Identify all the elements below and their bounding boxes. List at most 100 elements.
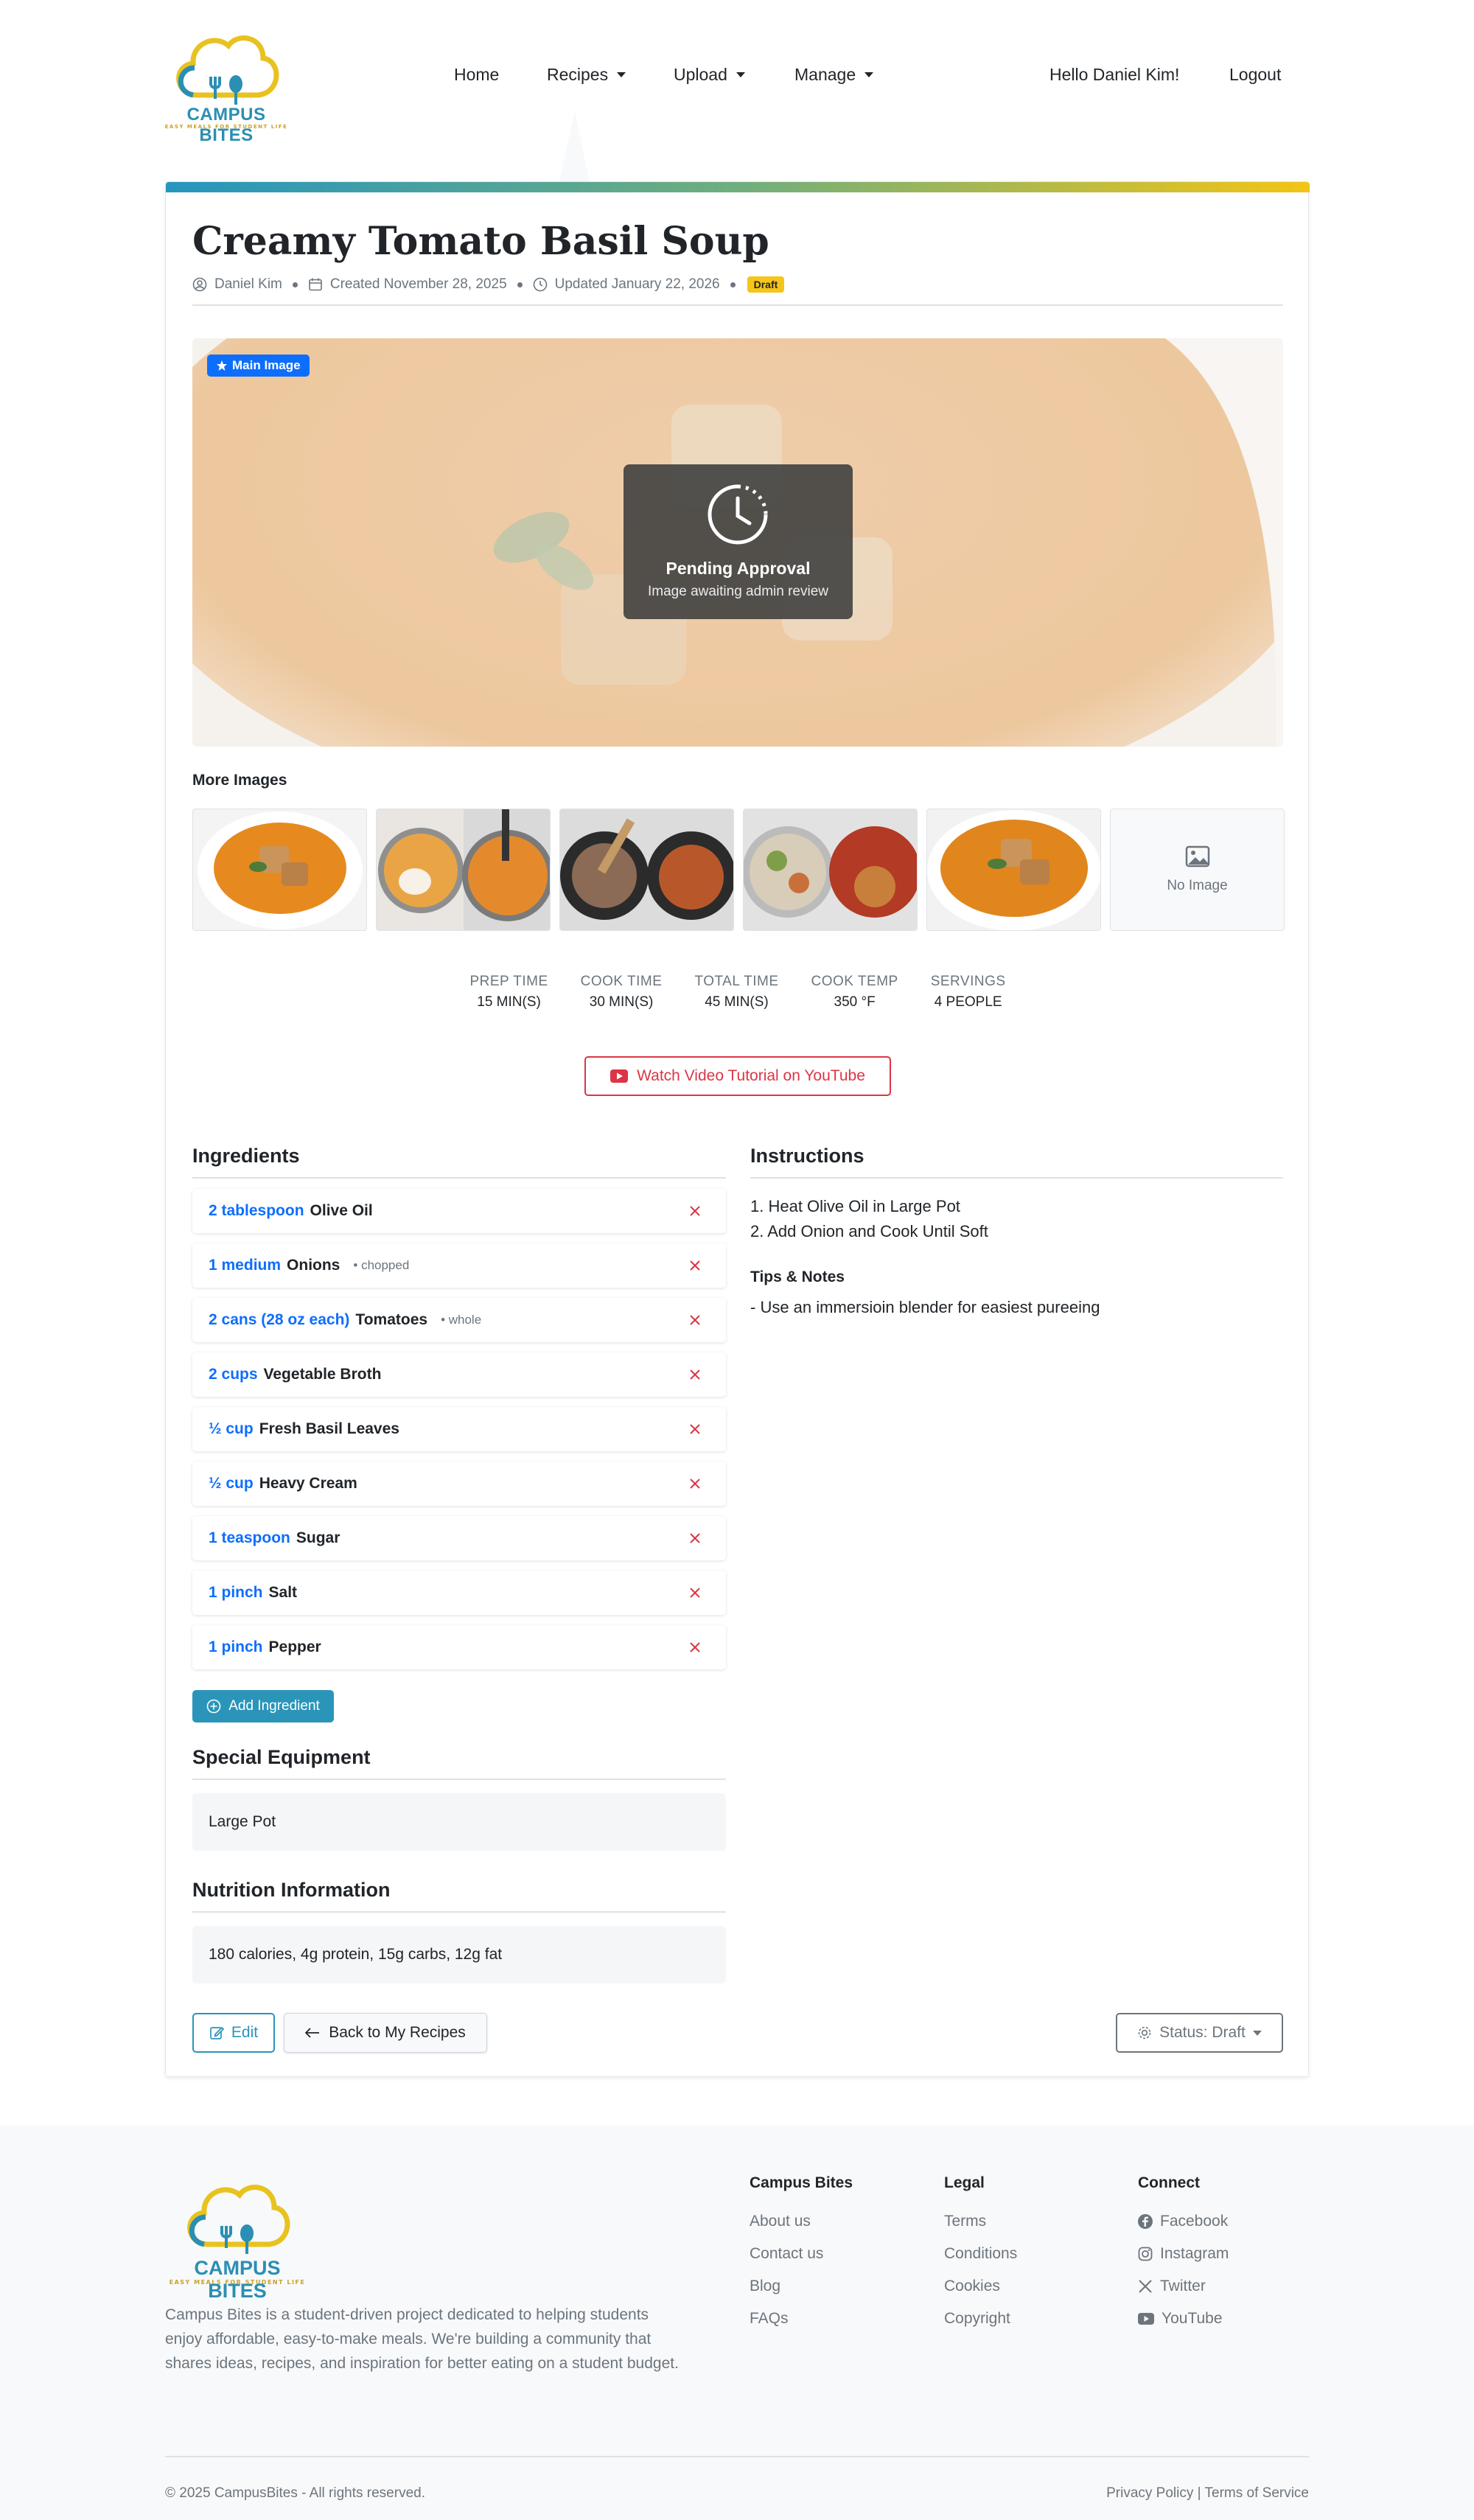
- stat-label: SERVINGS: [930, 974, 1006, 989]
- ingredients-heading: Ingredients: [192, 1145, 300, 1167]
- ingredient-item: 1 teaspoon Sugar: [192, 1516, 726, 1560]
- footer-link-instagram[interactable]: Instagram: [1138, 2238, 1229, 2270]
- image-placeholder-icon: [1185, 845, 1209, 868]
- footer-description: Campus Bites is a student-driven project…: [165, 2306, 679, 2372]
- navbar: CAMPUS BITES EASY MEALS FOR STUDENT LIFE…: [0, 0, 1474, 170]
- thumbnail-image[interactable]: [376, 809, 551, 931]
- stat-value: 350 °F: [834, 994, 876, 1010]
- youtube-icon: [1138, 2313, 1154, 2325]
- footer-link-about[interactable]: About us: [750, 2205, 853, 2238]
- ingredient-name: Heavy Cream: [259, 1475, 357, 1492]
- footer-logo[interactable]: CAMPUS BITES EASY MEALS FOR STUDENT LIFE: [164, 2174, 311, 2302]
- chevron-down-icon: [1252, 2030, 1262, 2036]
- remove-ingredient-icon[interactable]: [686, 1638, 704, 1656]
- thumbnail-empty-slot[interactable]: No Image: [1110, 809, 1285, 931]
- footer-link-contact[interactable]: Contact us: [750, 2238, 853, 2270]
- ingredients-list: 2 tablespoon Olive Oil 1 medium Onions chop…: [192, 1189, 726, 1680]
- privacy-policy-link[interactable]: Privacy Policy: [1106, 2485, 1193, 2501]
- remove-ingredient-icon[interactable]: [686, 1584, 704, 1602]
- stat-servings: SERVINGS 4 PEOPLE: [931, 974, 1006, 1011]
- edit-button[interactable]: Edit: [192, 2013, 275, 2053]
- footer-column-connect: Connect Facebook Instagram Twitter YouTu…: [1138, 2174, 1229, 2335]
- ingredient-name: Olive Oil: [310, 1202, 373, 1219]
- user-circle-icon: [192, 277, 207, 292]
- ingredient-quantity: 1 pinch: [209, 1638, 263, 1655]
- brand-logo[interactable]: CAMPUS BITES EASY MEALS FOR STUDENT LIFE: [164, 25, 289, 145]
- thumbnail-image[interactable]: [192, 809, 367, 931]
- footer-link-twitter[interactable]: Twitter: [1138, 2270, 1229, 2303]
- back-to-my-recipes-button[interactable]: Back to My Recipes: [284, 2013, 487, 2053]
- remove-ingredient-icon[interactable]: [686, 1475, 704, 1493]
- ingredient-quantity: 1 medium: [209, 1257, 282, 1274]
- footer-link-faqs[interactable]: FAQs: [750, 2303, 853, 2335]
- recipe-card: Creamy Tomato Basil Soup Daniel Kim Crea…: [165, 181, 1310, 2077]
- instruction-step: 2. Add Onion and Cook Until Soft: [750, 1222, 988, 1240]
- footer-link-facebook[interactable]: Facebook: [1138, 2205, 1229, 2238]
- remove-ingredient-icon[interactable]: [686, 1366, 704, 1383]
- footer-column-legal: Legal Terms Conditions Cookies Copyright: [944, 2174, 1017, 2335]
- remove-ingredient-icon[interactable]: [686, 1420, 704, 1438]
- nav-home[interactable]: Home: [454, 65, 499, 85]
- remove-ingredient-icon[interactable]: [686, 1311, 704, 1329]
- nutrition-value: 180 calories, 4g protein, 15g carbs, 12g…: [192, 1926, 726, 1983]
- footer-link-conditions[interactable]: Conditions: [944, 2238, 1017, 2270]
- status-dropdown[interactable]: Status: Draft: [1116, 2013, 1283, 2053]
- meta-separator: [292, 282, 298, 287]
- special-equipment-value: Large Pot: [192, 1793, 726, 1851]
- footer-link-copyright[interactable]: Copyright: [944, 2303, 1017, 2335]
- nutrition-divider: [192, 1911, 726, 1913]
- ingredient-item: 1 pinch Salt: [192, 1571, 726, 1615]
- footer-link-terms[interactable]: Terms: [944, 2205, 1017, 2238]
- remove-ingredient-icon[interactable]: [686, 1529, 704, 1547]
- youtube-icon: [610, 1069, 629, 1083]
- thumbnail-image[interactable]: [926, 809, 1101, 931]
- chevron-down-icon: [736, 72, 745, 77]
- logout-link[interactable]: Logout: [1229, 65, 1281, 85]
- ingredient-quantity: 2 tablespoon: [209, 1202, 304, 1219]
- ingredient-item: 1 medium Onions chopped: [192, 1243, 726, 1288]
- stat-total-time: TOTAL TIME 45 MIN(S): [694, 974, 778, 1011]
- ingredient-item: 2 tablespoon Olive Oil: [192, 1189, 726, 1233]
- status-label: Status: Draft: [1159, 2024, 1246, 2041]
- pending-title: Pending Approval: [666, 559, 811, 578]
- chef-hat-logo-icon: [187, 2185, 290, 2254]
- nav-manage-dropdown[interactable]: Manage: [794, 65, 874, 85]
- pending-clock-icon: [708, 484, 768, 545]
- footer-link-youtube[interactable]: YouTube: [1138, 2303, 1229, 2335]
- edit-pencil-icon: [210, 2026, 224, 2039]
- stat-value: 45 MIN(S): [705, 994, 769, 1010]
- ingredient-quantity: 1 pinch: [209, 1584, 263, 1601]
- footer-link-blog[interactable]: Blog: [750, 2270, 853, 2303]
- remove-ingredient-icon[interactable]: [686, 1202, 704, 1220]
- stat-label: PREP TIME: [469, 974, 548, 989]
- nav-recipes-dropdown[interactable]: Recipes: [547, 65, 626, 85]
- footer: CAMPUS BITES EASY MEALS FOR STUDENT LIFE…: [0, 2126, 1474, 2520]
- legal-separator: |: [1197, 2485, 1201, 2501]
- watch-youtube-button[interactable]: Watch Video Tutorial on YouTube: [584, 1056, 891, 1096]
- ingredient-name: Tomatoes: [355, 1311, 428, 1328]
- instruction-step: 1. Heat Olive Oil in Large Pot: [750, 1197, 960, 1215]
- thumbnail-image[interactable]: [743, 809, 918, 931]
- ingredient-name: Sugar: [296, 1529, 340, 1546]
- nav-upload-dropdown[interactable]: Upload: [674, 65, 745, 85]
- add-ingredient-label: Add Ingredient: [228, 1698, 320, 1714]
- footer-link-cookies[interactable]: Cookies: [944, 2270, 1017, 2303]
- add-ingredient-button[interactable]: Add Ingredient: [192, 1690, 334, 1723]
- meta-separator: [517, 282, 523, 287]
- footer-legal-links: Privacy Policy | Terms of Service: [1106, 2485, 1309, 2502]
- terms-of-service-link[interactable]: Terms of Service: [1205, 2485, 1309, 2501]
- instructions-divider: [750, 1177, 1283, 1179]
- instructions-heading: Instructions: [750, 1145, 865, 1167]
- main-recipe-image[interactable]: Main Image Pending Approval Image awaiti…: [192, 338, 1283, 747]
- equipment-divider: [192, 1779, 726, 1780]
- back-label: Back to My Recipes: [329, 2024, 466, 2041]
- ingredients-divider: [192, 1177, 726, 1179]
- main-image-badge-label: Main Image: [232, 358, 301, 372]
- arrow-left-icon: [305, 2028, 320, 2038]
- instructions-list: 1. Heat Olive Oil in Large Pot 2. Add On…: [750, 1194, 988, 1244]
- thumbnail-image[interactable]: [559, 809, 734, 931]
- watch-youtube-label: Watch Video Tutorial on YouTube: [637, 1067, 865, 1084]
- remove-ingredient-icon[interactable]: [686, 1257, 704, 1274]
- stat-label: TOTAL TIME: [694, 974, 779, 989]
- ingredient-name: Fresh Basil Leaves: [259, 1420, 399, 1437]
